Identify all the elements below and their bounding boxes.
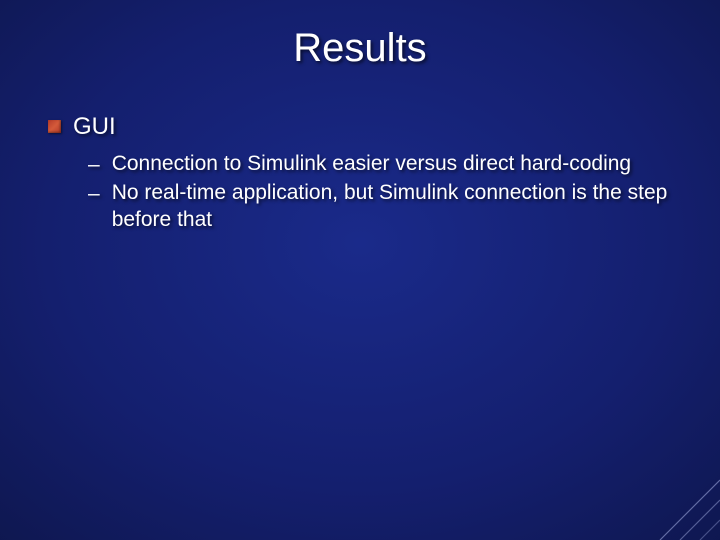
dash-icon: – — [88, 151, 100, 178]
slide-title: Results — [0, 0, 720, 71]
square-bullet-icon — [48, 120, 61, 133]
bullet-level1-text: GUI — [73, 113, 116, 141]
bullet-level2-text: No real-time application, but Simulink c… — [112, 180, 672, 234]
bullet-level2: – Connection to Simulink easier versus d… — [48, 151, 672, 178]
bullet-level1: GUI — [48, 113, 672, 141]
bullet-level2: – No real-time application, but Simulink… — [48, 180, 672, 234]
slide-body: GUI – Connection to Simulink easier vers… — [0, 71, 720, 234]
decorative-corner-lines-icon — [600, 420, 720, 540]
dash-icon: – — [88, 180, 100, 207]
bullet-level2-text: Connection to Simulink easier versus dir… — [112, 151, 631, 178]
